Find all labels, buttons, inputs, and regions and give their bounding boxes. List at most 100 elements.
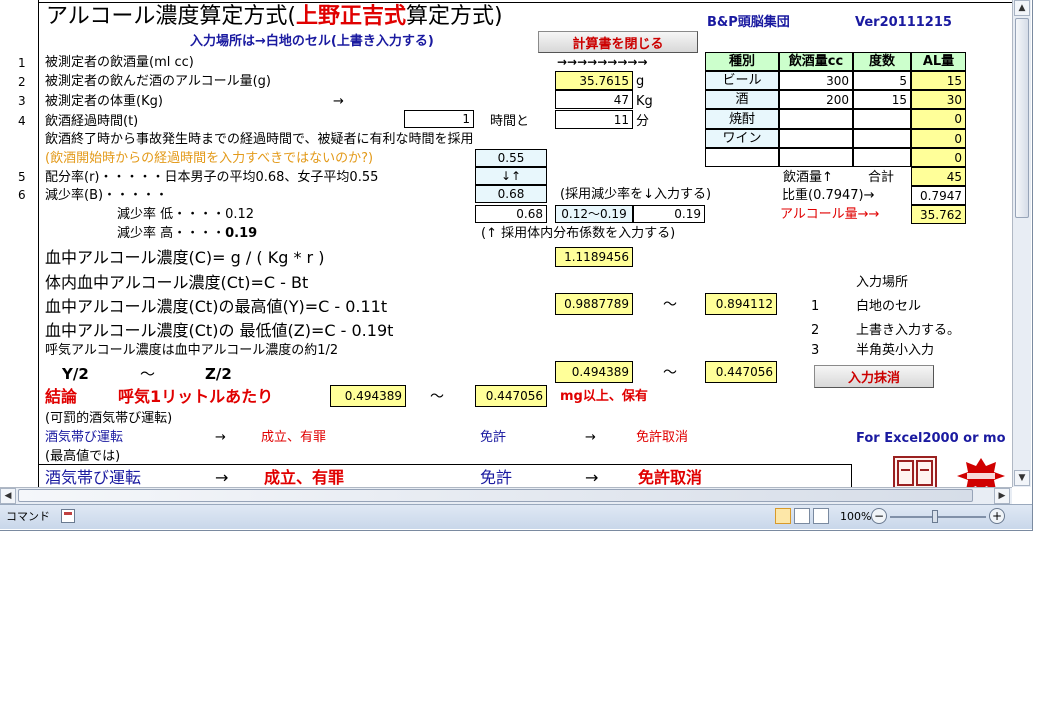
table-cell-degree[interactable] — [853, 129, 911, 148]
table-cell-degree[interactable]: 5 — [853, 71, 911, 90]
table-cell-degree[interactable]: 15 — [853, 90, 911, 109]
row-number: 6 — [18, 188, 26, 202]
vertical-scroll-thumb[interactable] — [1015, 18, 1029, 218]
table-cell-degree[interactable] — [853, 109, 911, 129]
table-cell-al: 15 — [911, 71, 966, 90]
table-cell-al: 0 — [911, 148, 966, 167]
input-hint: 入力場所は→白地のセル(上書き入力する) — [190, 34, 434, 49]
legend-item: 半角英小入力 — [856, 343, 935, 358]
scroll-up-icon[interactable]: ▲ — [1014, 0, 1030, 16]
label-distribution-ratio: 配分率(r)・・・・・日本男子の平均0.68、女子平均0.55 — [45, 170, 379, 185]
r-male-cell: 0.68 — [475, 185, 547, 203]
tilde: ～ — [663, 297, 677, 313]
table-cell-type: 酒 — [705, 90, 779, 109]
hours-input[interactable]: 1 — [404, 110, 474, 128]
breath-note: 呼気アルコール濃度は血中アルコール濃度の約1/2 — [45, 343, 339, 358]
table-cell-al: 0 — [911, 109, 966, 129]
table-cell-amount[interactable]: 300 — [779, 71, 853, 90]
row-number: 3 — [18, 94, 26, 108]
row-number: 4 — [18, 114, 26, 128]
label-body-weight: 被測定者の体重(Kg) — [45, 94, 163, 109]
page-layout-view-icon[interactable] — [794, 508, 810, 524]
dd-label-large: 酒気帯び運転 — [45, 468, 142, 487]
scroll-down-icon[interactable]: ▼ — [1014, 470, 1030, 486]
zoom-out-icon[interactable]: − — [871, 508, 887, 524]
r-female-cell: 0.55 — [475, 149, 547, 167]
sum-label: 合計 — [868, 170, 895, 185]
scroll-right-icon[interactable]: ▶ — [994, 488, 1010, 504]
rate-high-prefix: 減少率 高・・・・ — [117, 226, 226, 241]
zoom-level[interactable]: 100% — [840, 511, 871, 522]
b-input[interactable]: 0.19 — [633, 205, 705, 223]
guilty-label-large: 成立、有罪 — [264, 468, 345, 487]
c-value-cell: 1.1189456 — [555, 247, 633, 267]
license-label: 免許 — [480, 430, 507, 445]
unit-label: mg以上、保有 — [560, 389, 648, 404]
table-cell-amount[interactable] — [779, 129, 853, 148]
ymin-cell: 0.894112 — [705, 293, 777, 315]
zoom-slider-thumb[interactable] — [932, 510, 938, 523]
horizontal-scrollbar[interactable]: ◀ ▶ — [0, 487, 1012, 504]
table-cell-type: ビール — [705, 71, 779, 90]
vertical-scrollbar[interactable]: ▲ ▼ — [1012, 0, 1031, 487]
specific-gravity-label: 比重(0.7947)→ — [782, 188, 875, 203]
formula-c: 血中アルコール濃度(C)= g / ( Kg * r ) — [45, 248, 325, 267]
table-cell-degree[interactable] — [853, 148, 911, 167]
table-cell-type: 焼酎 — [705, 109, 779, 129]
table-cell-amount[interactable] — [779, 148, 853, 167]
minutes-input[interactable]: 11 — [555, 110, 633, 129]
label-alcohol-amount: 被測定者の飲んだ酒のアルコール量(g) — [45, 74, 272, 89]
windows-badge-icon — [955, 456, 1007, 487]
legend-number: 1 — [811, 299, 820, 314]
tilde: ～ — [663, 365, 677, 381]
unit-g: g — [636, 74, 645, 89]
row-number: 2 — [18, 75, 26, 89]
zoom-slider[interactable] — [890, 516, 986, 518]
y-half-label: Y/2 — [62, 365, 89, 383]
scroll-left-icon[interactable]: ◀ — [0, 488, 16, 504]
horizontal-scroll-thumb[interactable] — [18, 489, 973, 502]
page-title: アルコール濃度算定方式(上野正吉式算定方式) — [46, 6, 503, 28]
table-cell-type[interactable] — [705, 148, 779, 167]
arrow-row: →→→→→→→→→ — [557, 55, 648, 69]
table-header-type: 種別 — [705, 52, 779, 71]
formula-y: 血中アルコール濃度(Ct)の最高値(Y)=C - 0.11t — [45, 297, 388, 316]
z-half-cell: 0.447056 — [705, 361, 777, 383]
title-red: 上野正吉式 — [295, 4, 406, 29]
version-label: Ver20111215 — [855, 15, 952, 30]
page-break-view-icon[interactable] — [813, 508, 829, 524]
title-suffix: 算定方式) — [405, 4, 503, 29]
close-calculation-button[interactable]: 計算書を閉じる — [538, 31, 698, 53]
label-drink-volume: 被測定者の飲酒量(ml cc) — [45, 55, 194, 70]
table-cell-amount[interactable] — [779, 109, 853, 129]
legend-item: 上書き入力する。 — [856, 323, 961, 338]
normal-view-icon[interactable] — [775, 508, 791, 524]
table-header-al: AL量 — [911, 52, 966, 71]
hours-label: 時間と — [490, 114, 530, 129]
row-number: 5 — [18, 170, 26, 184]
conclusion-label: 結論 — [45, 387, 78, 406]
macro-record-icon[interactable] — [61, 509, 75, 523]
legend-number: 2 — [811, 323, 820, 338]
bottom-box — [38, 464, 852, 487]
r-arrows-cell: ↓↑ — [475, 167, 547, 185]
r-input[interactable]: 0.68 — [475, 205, 547, 223]
revoke-label: 免許取消 — [636, 430, 689, 445]
zoom-in-icon[interactable]: + — [989, 508, 1005, 524]
per-liter-label: 呼気1リットルあたり — [118, 387, 274, 406]
group-name: B&P頭脳集団 — [707, 15, 790, 30]
specific-gravity-cell: 0.7947 — [911, 186, 966, 205]
table-cell-amount[interactable]: 200 — [779, 90, 853, 109]
clear-input-button[interactable]: 入力抹消 — [814, 365, 934, 388]
arrow-icon: → — [333, 94, 344, 109]
arrow-icon: → — [585, 430, 596, 445]
label-reduction-rate: 減少率(B)・・・・・ — [45, 188, 169, 203]
weight-input[interactable]: 47 — [555, 90, 633, 109]
excel-version-note: For Excel2000 or mo — [856, 431, 1006, 446]
table-cell-type: ワイン — [705, 129, 779, 148]
tilde: ～ — [140, 365, 156, 383]
note-question: (飲酒開始時からの経過時間を入力すべきではないのか?) — [45, 151, 374, 166]
alcohol-amount-label: アルコール量→→ — [780, 207, 880, 222]
unit-kg: Kg — [636, 94, 653, 109]
dd-label: 酒気帯び運転 — [45, 430, 124, 445]
